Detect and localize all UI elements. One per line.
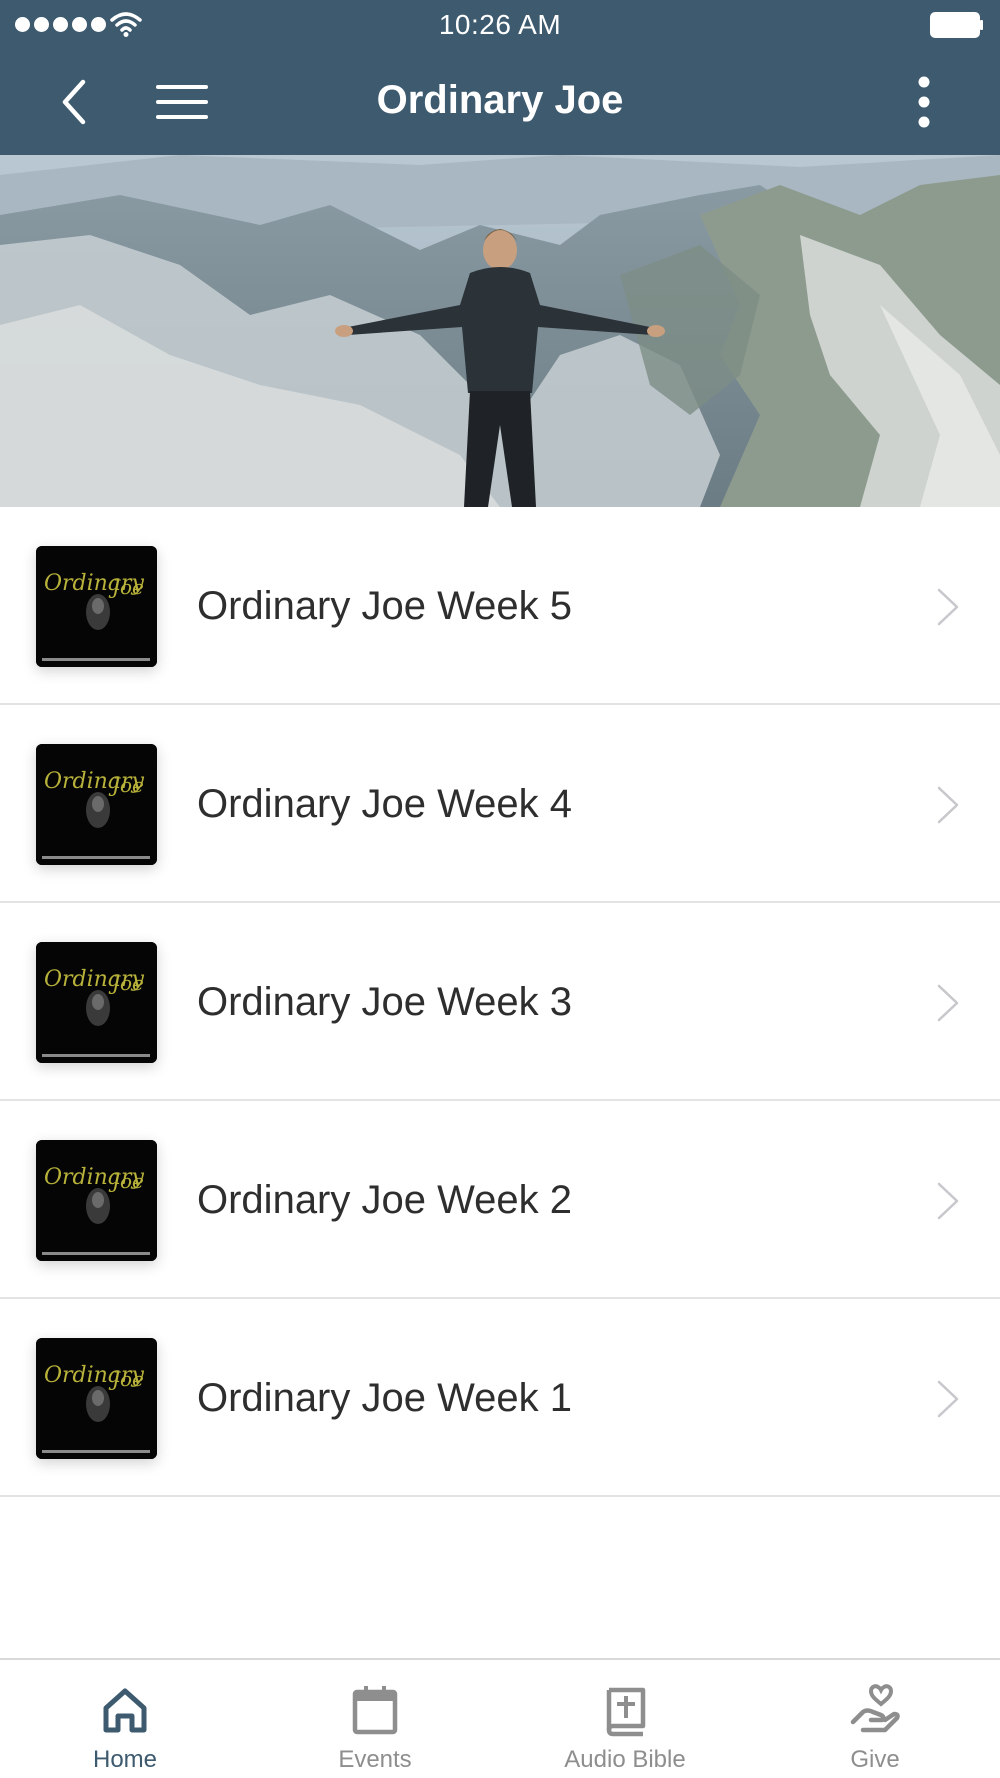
tab-label: Events (338, 1746, 412, 1773)
tab-bar: Home Events Audio Bible Give (0, 1658, 1000, 1778)
status-time: 10:26 AM (438, 9, 562, 40)
header: 10:26 AM Ordinary Joe (0, 0, 1000, 155)
chevron-right-icon (937, 1182, 959, 1220)
series-thumbnail: Ordinary Joe (36, 546, 157, 667)
list-item-label: Ordinary Joe Week 4 (197, 781, 572, 826)
tab-give[interactable]: Give (750, 1660, 1000, 1778)
nav-bar: Ordinary Joe (0, 50, 1000, 155)
more-options-button[interactable] (894, 72, 954, 132)
series-thumbnail: Ordinary Joe (36, 942, 157, 1063)
svg-text:Joe: Joe (108, 1169, 144, 1193)
series-thumbnail: Ordinary Joe (36, 1140, 157, 1261)
battery-icon (930, 12, 983, 38)
series-list: Ordinary Joe Ordinary Joe Week 5 Ordinar… (0, 507, 1000, 1497)
series-thumbnail: Ordinary Joe (36, 1338, 157, 1459)
home-icon (103, 1688, 147, 1733)
series-thumbnail: Ordinary Joe (36, 744, 157, 865)
give-icon (850, 1684, 900, 1733)
svg-text:Joe: Joe (108, 773, 144, 797)
list-item-label: Ordinary Joe Week 1 (197, 1375, 572, 1420)
chevron-right-icon (937, 1380, 959, 1418)
svg-text:Joe: Joe (108, 575, 144, 599)
tab-home[interactable]: Home (0, 1660, 250, 1778)
bible-icon (606, 1687, 646, 1737)
more-vertical-icon (918, 76, 930, 128)
calendar-icon (352, 1686, 398, 1735)
tab-label: Home (92, 1746, 158, 1773)
list-item[interactable]: Ordinary Joe Ordinary Joe Week 3 (0, 903, 1000, 1101)
chevron-right-icon (937, 984, 959, 1022)
hero-image (0, 155, 1000, 507)
status-bar: 10:26 AM (0, 0, 1000, 50)
tab-events[interactable]: Events (250, 1660, 500, 1778)
list-item[interactable]: Ordinary Joe Ordinary Joe Week 5 (0, 507, 1000, 705)
chevron-right-icon (937, 786, 959, 824)
list-item-label: Ordinary Joe Week 5 (197, 583, 572, 628)
tab-audio-bible[interactable]: Audio Bible (500, 1660, 750, 1778)
list-item-label: Ordinary Joe Week 3 (197, 979, 572, 1024)
page-title: Ordinary Joe (376, 78, 624, 122)
svg-text:Joe: Joe (108, 1367, 144, 1391)
chevron-right-icon (937, 588, 959, 626)
list-item[interactable]: Ordinary Joe Ordinary Joe Week 2 (0, 1101, 1000, 1299)
list-item-label: Ordinary Joe Week 2 (197, 1177, 572, 1222)
tab-label: Audio Bible (564, 1746, 686, 1773)
list-item[interactable]: Ordinary Joe Ordinary Joe Week 4 (0, 705, 1000, 903)
tab-label: Give (850, 1746, 900, 1773)
svg-text:Joe: Joe (108, 971, 144, 995)
list-item[interactable]: Ordinary Joe Ordinary Joe Week 1 (0, 1299, 1000, 1497)
